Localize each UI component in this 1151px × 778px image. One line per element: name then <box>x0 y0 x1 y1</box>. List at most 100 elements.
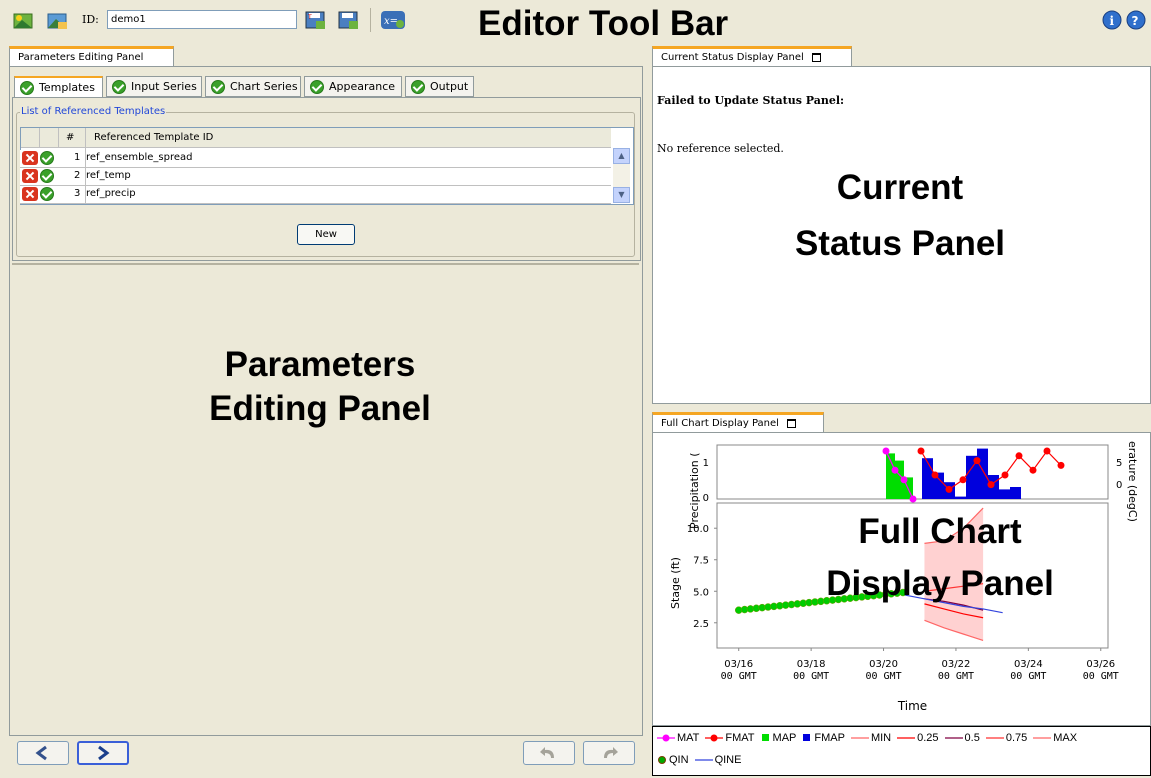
table-row[interactable]: 1 ref_ensemble_spread <box>20 150 611 168</box>
check-icon <box>112 80 126 94</box>
fmat-point <box>1057 461 1065 469</box>
tab-output-label: Output <box>430 80 469 93</box>
legend-item: MAX <box>1033 732 1077 744</box>
status-annotation-line2: Status Panel <box>794 224 1006 263</box>
maximize-icon[interactable] <box>787 418 797 428</box>
legend-swatch <box>897 737 916 739</box>
x-tick-label: 00 GMT <box>793 671 829 682</box>
fmat-point <box>945 485 953 493</box>
save-icon[interactable]: T <box>305 10 327 30</box>
status-message: No reference selected. <box>657 142 784 155</box>
fmat-point <box>973 457 981 465</box>
new-button[interactable]: New <box>297 224 355 245</box>
table-scrollbar[interactable]: ▲ ▼ <box>613 148 630 203</box>
legend-label: MIN <box>870 732 892 744</box>
tab-output[interactable]: Output <box>405 76 474 97</box>
check-icon <box>211 80 225 94</box>
help-icon[interactable]: ? <box>1126 10 1148 30</box>
y2-tick-label: 5 <box>1116 458 1122 469</box>
table-row[interactable]: 3 ref_precip <box>20 186 611 204</box>
row-number: 1 <box>74 152 81 163</box>
temperature-axis-label: erature (degC) <box>1126 441 1139 522</box>
tab-current-status-display-panel[interactable]: Current Status Display Panel <box>652 46 852 66</box>
editor-toolbar: ID: T x= Editor Tool Bar i ? <box>0 0 1151 43</box>
legend-item: FMAT <box>705 732 755 744</box>
delete-icon[interactable] <box>22 187 38 201</box>
mat-point <box>882 447 890 455</box>
check-icon <box>411 80 425 94</box>
svg-text:?: ? <box>1132 14 1139 28</box>
x-tick-label: 03/16 <box>724 659 753 670</box>
legend-label: MAT <box>677 732 700 744</box>
fmap-bar <box>977 448 988 499</box>
check-icon <box>310 80 324 94</box>
fmat-point <box>1015 452 1023 460</box>
y-tick-label: 2.5 <box>693 619 709 630</box>
tab-templates-label: Templates <box>39 81 95 94</box>
info-icon[interactable]: i <box>1102 10 1124 30</box>
new-template-icon[interactable] <box>12 10 34 30</box>
y-tick-label: 10.0 <box>687 524 709 535</box>
open-template-icon[interactable] <box>46 10 68 30</box>
status-annotation-line1: Current <box>836 168 964 207</box>
scroll-down-button[interactable]: ▼ <box>613 187 630 203</box>
formula-icon[interactable]: x= <box>380 10 405 30</box>
parameters-annotation-line1: Parameters <box>224 345 416 384</box>
row-divider <box>85 147 86 203</box>
legend-item: FMAP <box>802 732 845 744</box>
row-template-id: ref_temp <box>86 170 131 181</box>
scroll-up-button[interactable]: ▲ <box>613 148 630 164</box>
legend-swatch <box>657 734 675 742</box>
tab-chart-series-label: Chart Series <box>230 80 298 93</box>
legend-item: MAT <box>657 732 699 744</box>
x-tick-label: 03/20 <box>869 659 898 670</box>
back-button[interactable] <box>17 741 69 765</box>
legend-item: 0.75 <box>985 732 1028 744</box>
x-tick-label: 00 GMT <box>938 671 974 682</box>
tab-input-series[interactable]: Input Series <box>106 76 202 97</box>
legend-item: QINE <box>694 754 741 766</box>
maximize-icon[interactable] <box>812 52 821 62</box>
next-button[interactable] <box>77 741 129 765</box>
toolbar-annotation: Editor Tool Bar <box>478 4 729 43</box>
id-label: ID: <box>82 13 99 26</box>
legend-label: 0.25 <box>917 732 939 744</box>
status-heading: Failed to Update Status Panel: <box>657 94 845 107</box>
tab-parameters-editing-panel[interactable]: Parameters Editing Panel <box>9 46 174 66</box>
delete-icon[interactable] <box>22 169 38 183</box>
legend-item: QIN <box>657 754 689 766</box>
chart-annotation-line1: Full Chart <box>858 512 1022 551</box>
undo-icon <box>540 747 554 758</box>
template-id-field[interactable] <box>107 10 297 29</box>
tab-full-chart-display-panel[interactable]: Full Chart Display Panel <box>652 412 824 432</box>
fmap-bar <box>999 489 1010 499</box>
legend-label: MAX <box>1053 732 1078 744</box>
legend-item: MIN <box>850 732 892 744</box>
legend-swatch <box>944 737 963 739</box>
legend-label: 0.75 <box>1005 732 1028 744</box>
table-row[interactable]: 2 ref_temp <box>20 168 611 186</box>
y-tick-label: 1 <box>703 458 709 469</box>
row-template-id: ref_ensemble_spread <box>86 152 193 163</box>
tab-templates[interactable]: Templates <box>14 76 103 99</box>
legend-item: 0.25 <box>897 732 939 744</box>
parameters-annotation-line2: Editing Panel <box>209 389 431 428</box>
tab-chart-series[interactable]: Chart Series <box>205 76 301 97</box>
legend-label: 0.5 <box>964 732 980 744</box>
status-tab-label: Current Status Display Panel <box>661 52 804 63</box>
editing-area <box>12 263 639 734</box>
legend-swatch <box>850 737 869 739</box>
legend-swatch <box>761 734 769 742</box>
toolbar-separator <box>370 8 371 32</box>
legend-swatch <box>694 759 713 761</box>
delete-icon[interactable] <box>22 151 38 165</box>
redo-button[interactable] <box>583 741 635 765</box>
row-template-id: ref_precip <box>86 188 136 199</box>
undo-button[interactable] <box>523 741 575 765</box>
save-as-icon[interactable] <box>338 10 360 30</box>
x-tick-label: 00 GMT <box>721 671 757 682</box>
y2-tick-label: 0 <box>1116 480 1122 491</box>
tab-appearance[interactable]: Appearance <box>304 76 402 97</box>
chevron-right-icon <box>98 745 110 761</box>
fmat-point <box>1029 466 1037 474</box>
